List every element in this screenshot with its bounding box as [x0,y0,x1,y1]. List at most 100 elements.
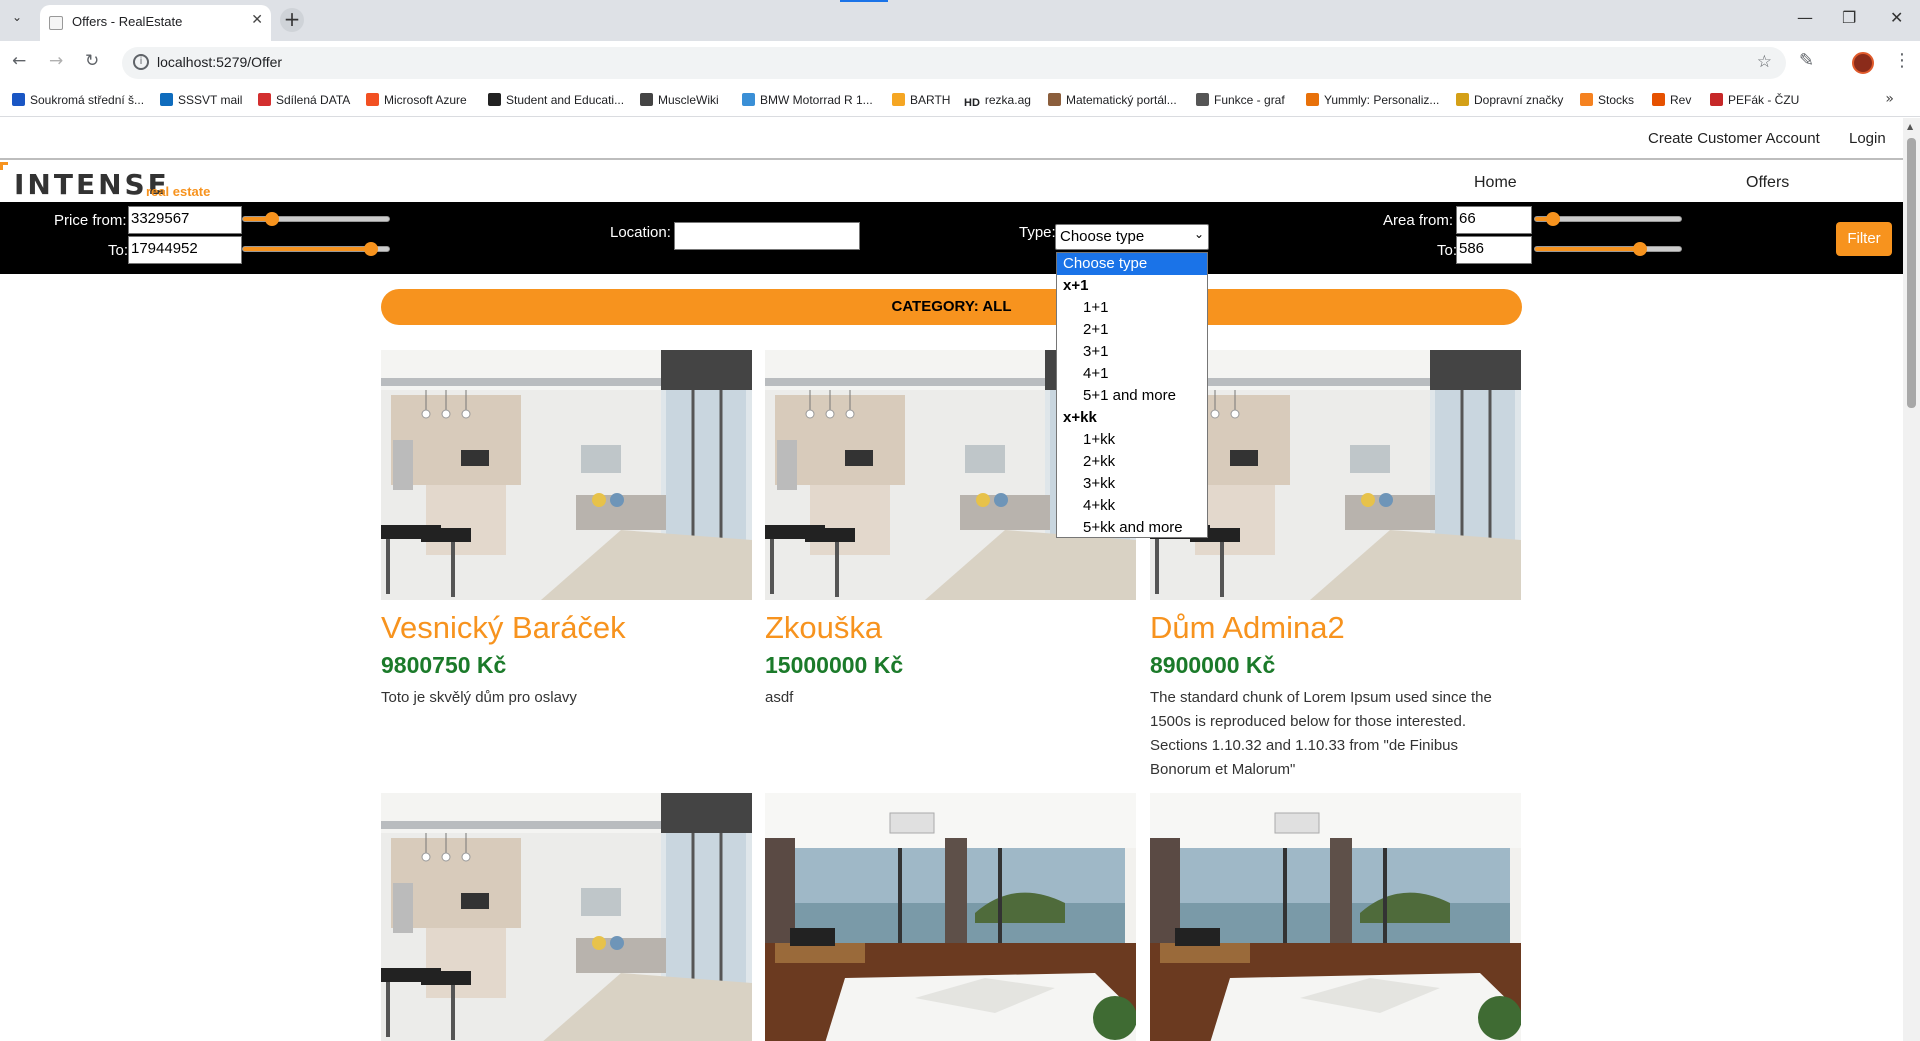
bookmark-label: Rev [1670,93,1692,107]
price-to-input[interactable]: 17944952 [128,236,242,264]
bookmark-label: rezka.ag [984,93,1031,107]
dropdown-option[interactable]: Choose type [1057,253,1207,275]
scrollbar-thumb[interactable] [1907,138,1916,408]
bookmark-favicon-icon [258,93,271,106]
bookmark-label: PEFák - ČZU [1728,93,1800,107]
bookmark-label: Yummly: Personaliz... [1324,93,1440,107]
minimize-icon[interactable]: — [1797,8,1813,27]
price-from-label: Price from: [54,212,127,229]
scroll-up-icon[interactable]: ▲ [1907,122,1913,131]
bookmark-item[interactable]: MuscleWiki [640,93,719,107]
bookmark-item[interactable]: Soukromá střední š... [12,93,144,107]
address-bar[interactable]: i localhost:5279/Offer ☆ [122,47,1786,79]
dropdown-group-label: x+kk [1063,409,1097,426]
browser-tab[interactable]: Offers - RealEstate ✕ [40,5,271,41]
close-window-icon[interactable]: ✕ [1890,8,1903,27]
area-from-input[interactable]: 66 [1456,206,1532,234]
dropdown-option[interactable]: 3+1 [1057,341,1207,363]
bookmark-item[interactable]: Student and Educati... [488,93,624,107]
offer-image[interactable] [1150,793,1521,1041]
bookmark-favicon-icon [1580,93,1593,106]
reload-icon[interactable]: ↻ [85,51,99,71]
close-tab-icon[interactable]: ✕ [251,12,263,28]
bookmark-item[interactable]: Microsoft Azure [366,93,467,107]
browser-menu-icon[interactable]: ⋮ [1893,50,1911,71]
bookmark-item[interactable]: Yummly: Personaliz... [1306,93,1439,107]
bookmark-item[interactable]: SSSVT mail [160,93,242,107]
bookmark-favicon-icon [1456,93,1469,106]
site-info-icon[interactable]: i [133,54,149,70]
new-tab-button[interactable]: + [280,8,304,32]
dropdown-option[interactable]: 5+1 and more [1057,385,1207,407]
profile-avatar[interactable] [1852,52,1874,74]
type-select[interactable]: Choose type ⌄ [1055,224,1209,250]
tab-loading-indicator [840,0,888,2]
bookmark-item[interactable]: Matematický portál... [1048,93,1177,107]
page-content: Create Customer Account Login INTENSE re… [0,118,1903,1041]
price-from-slider-thumb[interactable] [265,212,280,226]
bookmark-item[interactable]: Stocks [1580,93,1634,107]
url-text[interactable]: localhost:5279/Offer [157,54,282,70]
area-to-input[interactable]: 586 [1456,236,1532,264]
price-from-slider[interactable] [242,212,390,226]
bookmark-favicon-icon [1652,93,1665,106]
offer-price: 9800750 Kč [381,652,507,678]
logo-corner [0,162,8,170]
bookmark-label: Microsoft Azure [384,93,467,107]
bookmark-favicon-icon [742,93,755,106]
offer-title[interactable]: Zkouška [765,610,882,646]
price-to-slider[interactable] [242,242,390,256]
bookmark-star-icon[interactable]: ☆ [1757,52,1772,72]
dropdown-option[interactable]: 5+kk and more [1057,517,1207,539]
page-scrollbar[interactable]: ▲ [1903,118,1920,1041]
offer-image[interactable] [381,350,752,600]
bookmark-item[interactable]: HD rezka.ag [964,93,1031,110]
offer-description: The standard chunk of Lorem Ipsum used s… [1150,689,1492,778]
offer-image[interactable] [381,793,752,1041]
bookmark-item[interactable]: Dopravní značky [1456,93,1563,107]
bookmark-item[interactable]: Funkce - graf [1196,93,1285,107]
type-dropdown-list[interactable]: Choose type x+1 1+1 2+1 3+1 4+1 5+1 and more x+… [1056,252,1208,538]
create-account-link[interactable]: Create Customer Account [1648,130,1820,147]
bookmark-item[interactable]: BARTH [892,93,950,107]
price-from-input[interactable]: 3329567 [128,206,242,234]
chevron-down-icon: ⌄ [1193,227,1204,241]
nav-offers-link[interactable]: Offers [1746,174,1789,192]
dropdown-option[interactable]: 1+kk [1057,429,1207,451]
category-banner[interactable]: CATEGORY: ALL [381,289,1522,325]
dropdown-option[interactable]: 4+kk [1057,495,1207,517]
bookmark-label: Matematický portál... [1066,93,1177,107]
browser-tab-strip: ⌄ Offers - RealEstate ✕ + — ❐ ✕ [0,0,1920,41]
bookmark-favicon-icon [1306,93,1319,106]
bookmark-item[interactable]: Rev [1652,93,1691,107]
offer-title[interactable]: Dům Admina2 [1150,610,1345,646]
area-to-slider-thumb[interactable] [1633,242,1648,256]
bookmark-label: Funkce - graf [1214,93,1285,107]
area-to-slider-fill [1535,247,1641,251]
bookmark-label: SSSVT mail [178,93,243,107]
extensions-icon[interactable]: ✎ [1799,50,1814,71]
bookmark-item[interactable]: PEFák - ČZU [1710,93,1799,107]
bookmark-item[interactable]: BMW Motorrad R 1... [742,93,873,107]
forward-icon[interactable]: → [49,51,63,71]
price-to-slider-thumb[interactable] [364,242,379,256]
area-to-slider[interactable] [1534,242,1682,256]
dropdown-option[interactable]: 2+1 [1057,319,1207,341]
login-link[interactable]: Login [1849,130,1886,147]
restore-icon[interactable]: ❐ [1842,8,1856,27]
location-input[interactable] [674,222,860,250]
bookmark-item[interactable]: Sdílená DATA [258,93,350,107]
bookmarks-overflow-icon[interactable]: » [1885,91,1894,107]
dropdown-option[interactable]: 4+1 [1057,363,1207,385]
tab-search-icon[interactable]: ⌄ [12,10,22,24]
offer-image[interactable] [765,793,1136,1041]
dropdown-option[interactable]: 2+kk [1057,451,1207,473]
offer-title[interactable]: Vesnický Baráček [381,610,626,646]
back-icon[interactable]: ← [12,51,26,71]
dropdown-option[interactable]: 1+1 [1057,297,1207,319]
dropdown-option[interactable]: 3+kk [1057,473,1207,495]
nav-home-link[interactable]: Home [1474,174,1517,192]
area-from-slider[interactable] [1534,212,1682,226]
area-from-slider-thumb[interactable] [1545,212,1560,226]
filter-button[interactable]: Filter [1836,222,1892,256]
